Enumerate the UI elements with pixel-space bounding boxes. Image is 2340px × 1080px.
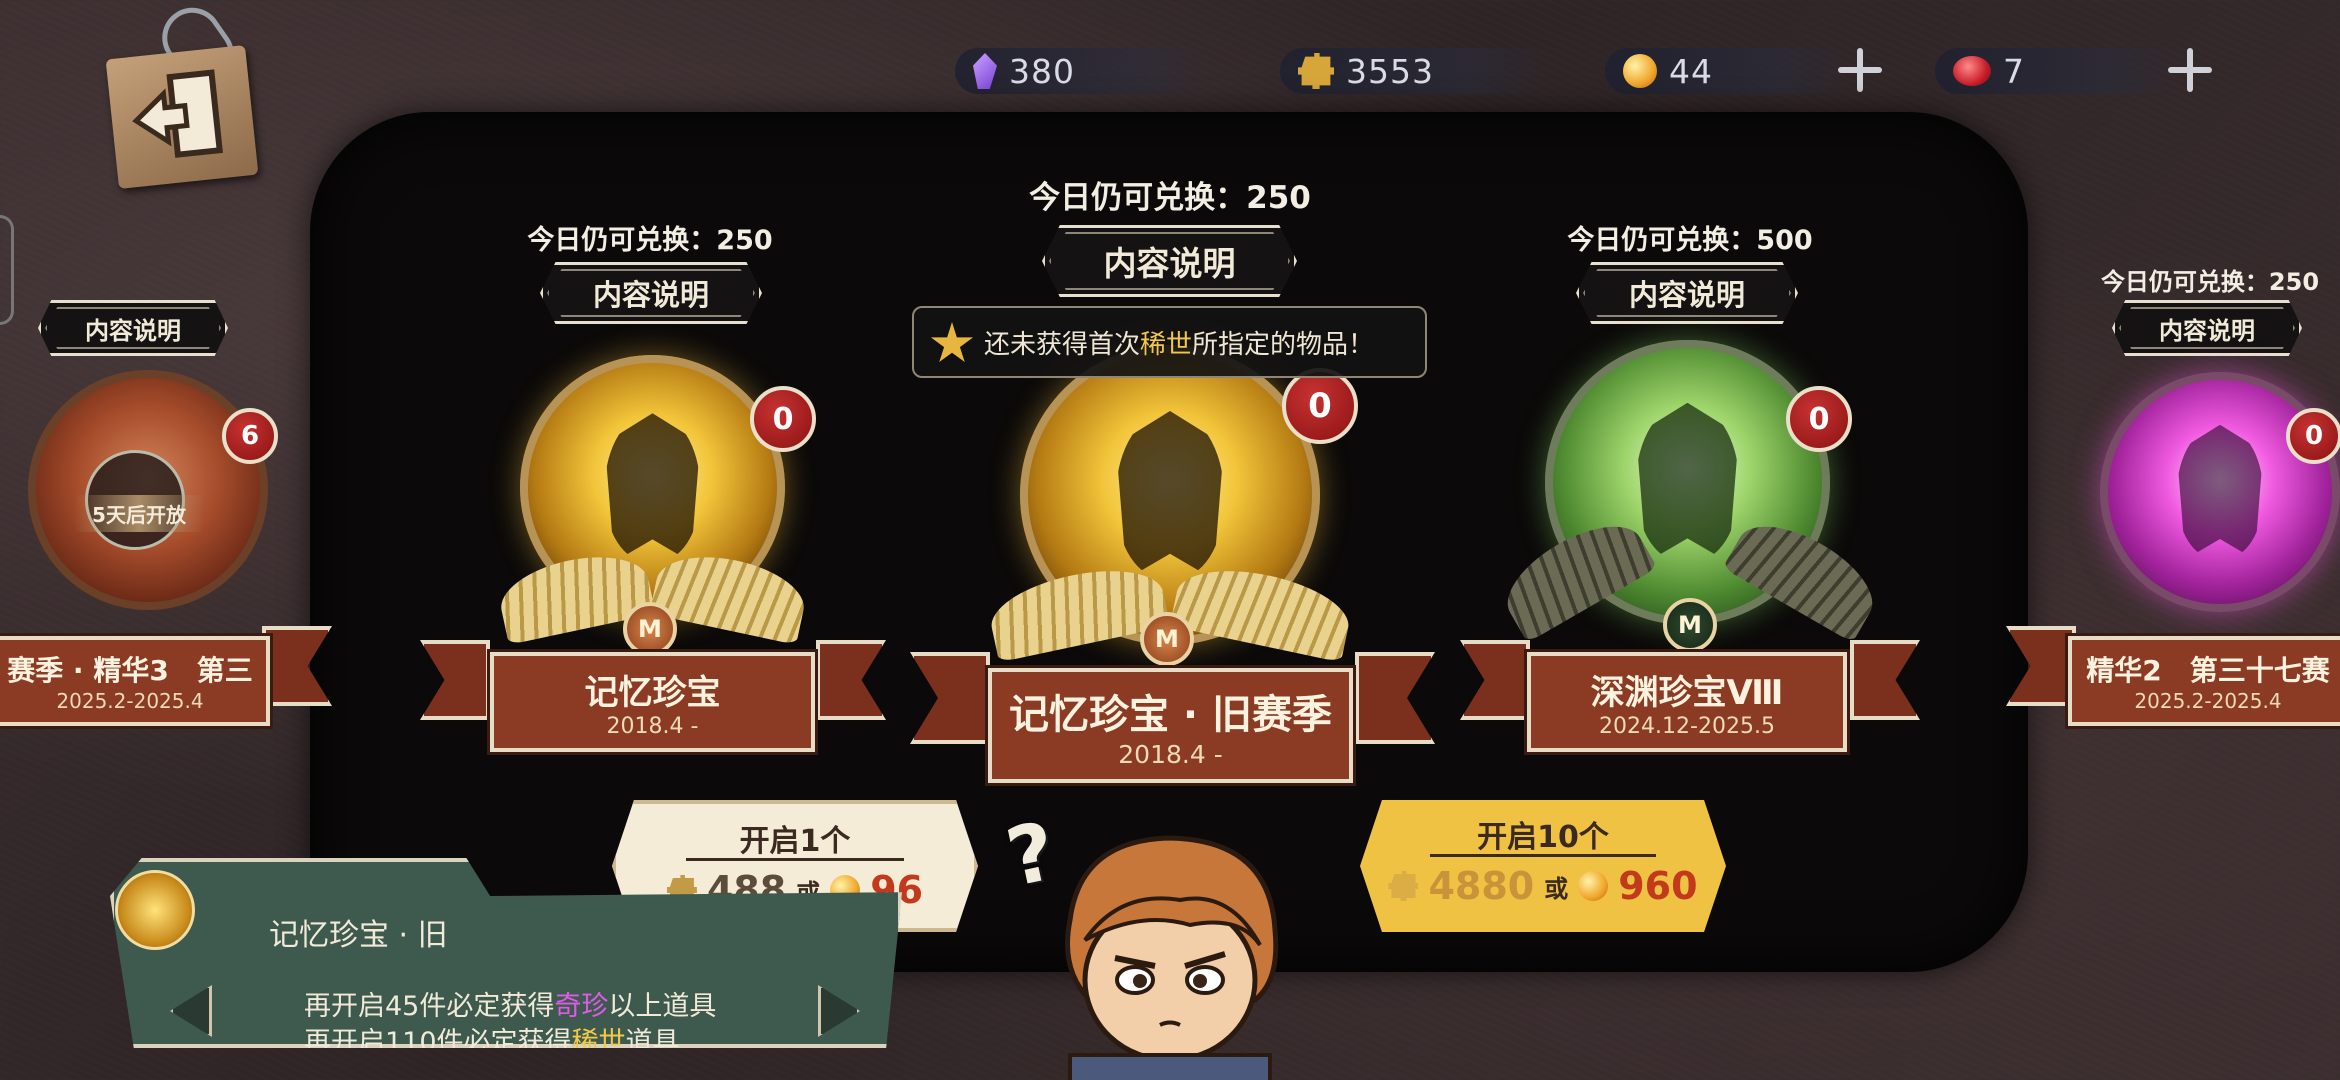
or-text: 或: [1544, 874, 1569, 903]
treasure-date: 2025.2-2025.4: [2134, 689, 2282, 713]
treasure-date: 2025.2-2025.4: [56, 689, 204, 713]
currency-crystal: 380: [955, 48, 1215, 94]
daily-limit-text: 今日仍可兑换：500: [1567, 225, 1813, 256]
add-gem-button[interactable]: [2166, 46, 2214, 94]
count-badge: 0: [1282, 368, 1358, 444]
count-badge: 0: [1786, 386, 1852, 452]
puzzle-piece-icon: [1298, 53, 1334, 89]
detail-button[interactable]: 内容说明: [2112, 300, 2302, 356]
left-edge-tab[interactable]: [0, 215, 14, 325]
add-bulb-button[interactable]: [1836, 46, 1884, 94]
tooltip-text: 还未获得首次: [984, 329, 1141, 360]
currency-bulb: 44: [1605, 48, 1855, 94]
count-badge: 0: [2286, 408, 2340, 464]
detail-button[interactable]: 内容说明: [540, 262, 762, 324]
detail-button[interactable]: 内容说明: [1042, 225, 1297, 297]
exit-button[interactable]: [105, 45, 259, 189]
daily-limit-text: 今日仍可兑换：250: [1029, 180, 1311, 216]
daily-limit-text: 今日仍可兑换：250: [2100, 268, 2320, 296]
divider: [686, 858, 904, 861]
open-ten-label: 开启10个: [1477, 820, 1609, 855]
currency-puzzle: 3553: [1280, 48, 1550, 94]
detail-button[interactable]: 内容说明: [1576, 262, 1798, 324]
daily-limit-text: 今日仍可兑换：250: [527, 225, 773, 256]
divider: [1430, 854, 1656, 857]
character-portrait: [1065, 835, 1279, 1080]
treasure-banner: 记忆珍宝 · 旧赛季 2018.4 -: [988, 668, 1353, 783]
pity-line-1: 再开启45件必定获得奇珍以上道具: [304, 991, 717, 1022]
star-icon: [930, 322, 974, 363]
first-rare-tooltip: 还未获得首次 稀世 所指定的物品！: [912, 306, 1427, 378]
treasure-name: 精华2 第三十七赛: [2086, 654, 2330, 687]
treasure-banner: 赛季 · 精华3 第三 2025.2-2025.4: [0, 636, 270, 726]
treasure-date: 2018.4 -: [606, 714, 699, 739]
treasure-name: 记忆珍宝: [584, 673, 721, 713]
open-one-label: 开启1个: [739, 824, 851, 859]
price-puzzle: 4880: [1428, 864, 1535, 908]
seal-icon: M: [623, 602, 677, 656]
red-gem-icon: [1953, 56, 1991, 86]
count-badge: 0: [750, 386, 816, 452]
exit-door-icon: [132, 69, 223, 158]
info-header: 记忆珍宝 · 旧: [269, 918, 448, 953]
purple-crystal-icon: [973, 53, 997, 89]
treasure-banner: 深渊珍宝Ⅷ 2024.12-2025.5: [1527, 652, 1847, 752]
puzzle-piece-icon: [1388, 871, 1419, 901]
currency-gem: 7: [1935, 48, 2185, 94]
count-badge: 6: [222, 408, 278, 464]
treasure-date: 2024.12-2025.5: [1599, 714, 1775, 739]
detail-button[interactable]: 内容说明: [38, 300, 228, 356]
treasure-banner: 记忆珍宝 2018.4 -: [490, 652, 815, 752]
lightbulb-coin-icon: [1578, 871, 1609, 901]
seal-icon: M: [1140, 612, 1194, 666]
seal-icon: M: [1663, 598, 1717, 652]
lightbulb-coin-icon: [1623, 54, 1657, 88]
treasure-medal-icon: [115, 870, 195, 950]
treasure-name: 深渊珍宝Ⅷ: [1590, 673, 1784, 713]
treasure-date: 2018.4 -: [1118, 740, 1223, 769]
tooltip-text-end: 所指定的物品！: [1192, 329, 1375, 360]
treasure-orb: [2100, 372, 2340, 612]
price-bulb: 960: [1618, 864, 1698, 908]
treasure-banner: 精华2 第三十七赛 2025.2-2025.4: [2068, 636, 2340, 726]
lock-countdown: 5天后开放: [74, 495, 204, 532]
treasure-name: 记忆珍宝 · 旧赛季: [1008, 692, 1333, 738]
price-row: 4880 或 960: [1360, 864, 1726, 908]
treasure-name: 赛季 · 精华3 第三: [7, 654, 253, 687]
tooltip-highlight: 稀世: [1140, 329, 1193, 360]
open-ten-button[interactable]: 开启10个 4880 或 960: [1360, 800, 1726, 932]
